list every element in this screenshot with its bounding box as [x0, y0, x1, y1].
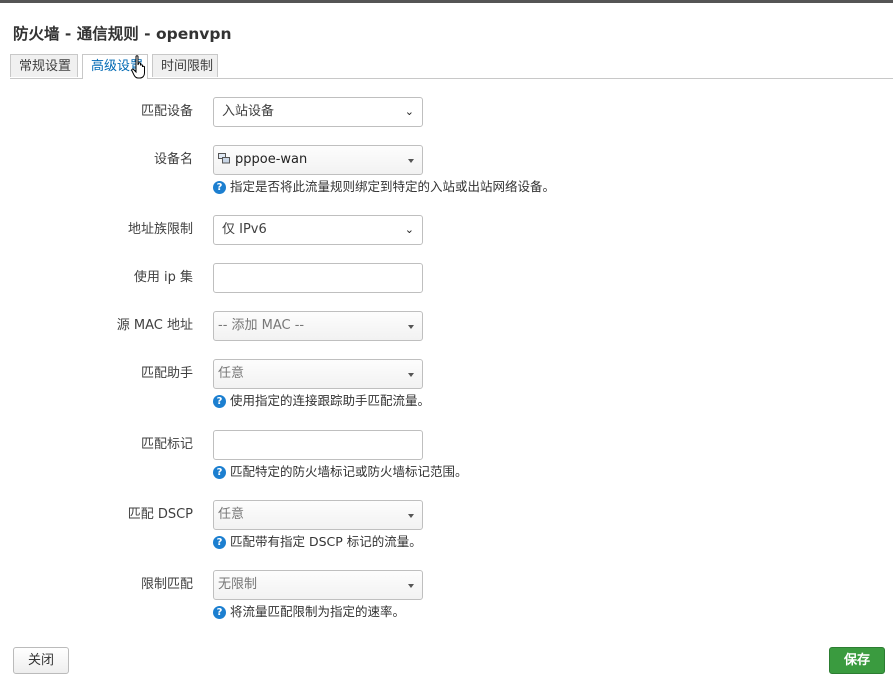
- address-family-value: 仅 IPv6: [222, 222, 267, 237]
- device-name-value: pppoe-wan: [235, 152, 308, 167]
- dscp-dropdown[interactable]: 任意: [213, 500, 423, 530]
- limit-hint: ? 将流量匹配限制为指定的速率。: [213, 604, 405, 620]
- use-ipset-label: 使用 ip 集: [133, 270, 193, 285]
- match-device-select[interactable]: 入站设备 ⌄: [213, 97, 423, 127]
- window-top-edge: [0, 0, 893, 3]
- src-mac-label: 源 MAC 地址: [116, 318, 193, 333]
- dscp-hint: ? 匹配带有指定 DSCP 标记的流量。: [213, 534, 422, 550]
- network-device-icon: [218, 153, 230, 164]
- helper-hint: ? 使用指定的连接跟踪助手匹配流量。: [213, 393, 430, 409]
- device-name-label: 设备名: [153, 152, 193, 167]
- dscp-value: 任意: [218, 507, 245, 522]
- match-device-label: 匹配设备: [140, 104, 193, 119]
- limit-hint-text: 将流量匹配限制为指定的速率。: [230, 604, 406, 619]
- chevron-down-icon: ⌄: [404, 105, 414, 118]
- help-icon: ?: [213, 181, 226, 194]
- dscp-hint-text: 匹配带有指定 DSCP 标记的流量。: [230, 534, 422, 549]
- dscp-label: 匹配 DSCP: [127, 507, 193, 522]
- src-mac-placeholder: -- 添加 MAC --: [218, 318, 305, 333]
- dropdown-arrow-icon: [408, 325, 414, 329]
- helper-label: 匹配助手: [140, 366, 193, 381]
- save-button[interactable]: 保存: [829, 647, 885, 674]
- helper-dropdown[interactable]: 任意: [213, 359, 423, 389]
- device-name-dropdown[interactable]: pppoe-wan: [213, 145, 423, 175]
- help-icon: ?: [213, 536, 226, 549]
- help-icon: ?: [213, 606, 226, 619]
- helper-value: 任意: [218, 366, 245, 381]
- dropdown-arrow-icon: [408, 159, 414, 163]
- src-mac-dropdown[interactable]: -- 添加 MAC --: [213, 311, 423, 341]
- hand-cursor-icon: [131, 55, 145, 79]
- tab-general[interactable]: 常规设置: [10, 54, 78, 77]
- match-device-value: 入站设备: [222, 104, 275, 119]
- limit-value: 无限制: [218, 577, 258, 592]
- dropdown-arrow-icon: [408, 514, 414, 518]
- mark-hint-text: 匹配特定的防火墙标记或防火墙标记范围。: [230, 464, 468, 479]
- mark-input[interactable]: [213, 430, 423, 460]
- help-icon: ?: [213, 395, 226, 408]
- dialog-title: 防火墙 - 通信规则 - openvpn: [13, 25, 232, 43]
- device-name-hint: ? 指定是否将此流量规则绑定到特定的入站或出站网络设备。: [213, 179, 555, 195]
- device-name-hint-text: 指定是否将此流量规则绑定到特定的入站或出站网络设备。: [230, 179, 556, 194]
- address-family-select[interactable]: 仅 IPv6 ⌄: [213, 215, 423, 245]
- chevron-down-icon: ⌄: [404, 223, 414, 236]
- dropdown-arrow-icon: [408, 584, 414, 588]
- helper-hint-text: 使用指定的连接跟踪助手匹配流量。: [230, 393, 431, 408]
- dropdown-arrow-icon: [408, 373, 414, 377]
- address-family-label: 地址族限制: [127, 222, 193, 237]
- help-icon: ?: [213, 466, 226, 479]
- limit-label: 限制匹配: [140, 577, 193, 592]
- mark-label: 匹配标记: [140, 437, 193, 452]
- use-ipset-input[interactable]: [213, 263, 423, 293]
- limit-dropdown[interactable]: 无限制: [213, 570, 423, 600]
- close-button[interactable]: 关闭: [13, 647, 69, 674]
- mark-hint: ? 匹配特定的防火墙标记或防火墙标记范围。: [213, 464, 468, 480]
- tab-time-restriction[interactable]: 时间限制: [152, 54, 218, 77]
